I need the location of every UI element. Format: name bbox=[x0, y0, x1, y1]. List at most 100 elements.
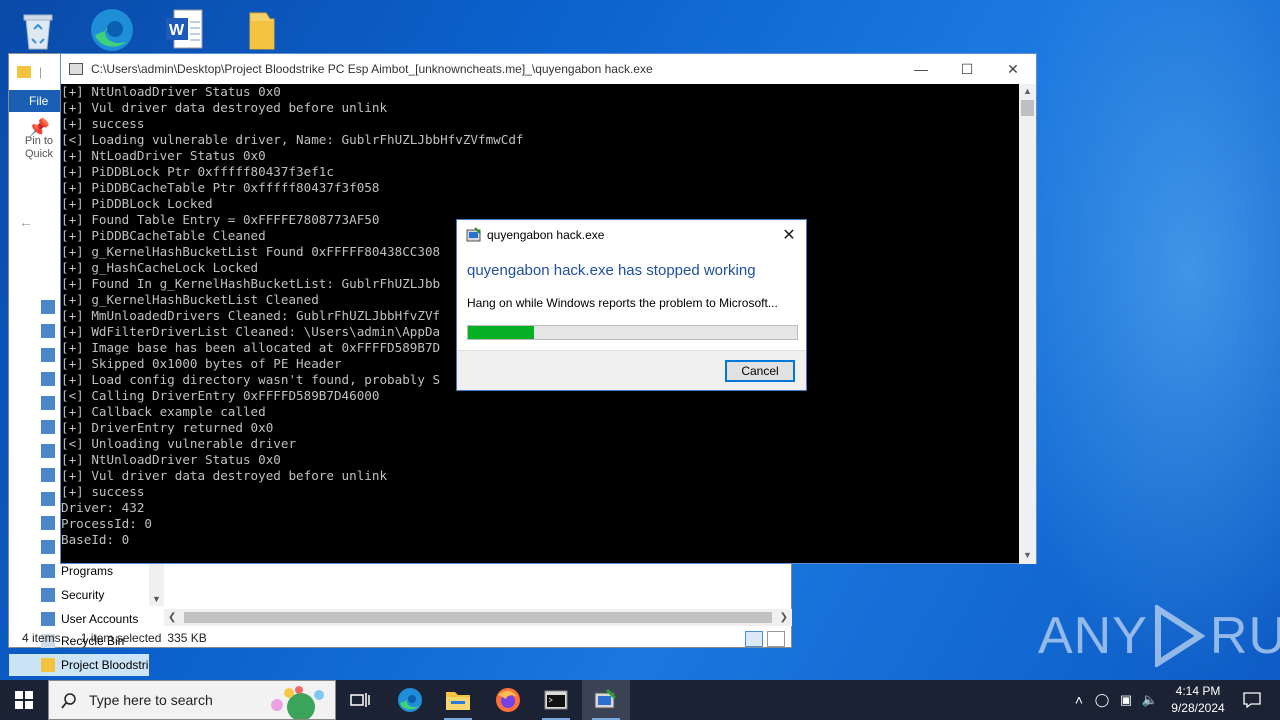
nav-item-label: Programs bbox=[61, 564, 114, 578]
recycle-bin-icon[interactable] bbox=[14, 6, 62, 54]
network-icon[interactable]: ▣ bbox=[1114, 692, 1138, 708]
item-count: 4 items bbox=[22, 631, 61, 645]
nav-item-icon bbox=[41, 420, 55, 434]
console-line: Driver: 432 bbox=[61, 500, 145, 515]
nav-item-icon bbox=[41, 612, 55, 626]
nav-item[interactable]: User Accounts bbox=[41, 608, 157, 630]
close-button[interactable]: ✕ bbox=[990, 54, 1036, 84]
dialog-titlebar[interactable]: quyengabon hack.exe ✕ bbox=[457, 220, 806, 250]
nav-item-icon bbox=[41, 564, 55, 578]
scroll-up-arrow-icon[interactable]: ▲ bbox=[1019, 86, 1036, 100]
start-button[interactable] bbox=[0, 680, 48, 720]
show-hidden-icons-chevron-icon[interactable]: ˄ bbox=[1068, 692, 1090, 708]
app-icon bbox=[466, 227, 482, 246]
meet-now-icon[interactable]: ◯ bbox=[1090, 692, 1114, 708]
console-line: ProcessId: 0 bbox=[61, 516, 152, 531]
taskbar-edge-button[interactable] bbox=[386, 680, 434, 720]
nav-item-icon bbox=[41, 516, 55, 530]
console-line: [+] Vul driver data destroyed before unl… bbox=[61, 468, 388, 483]
selection-size: 335 KB bbox=[167, 631, 207, 645]
console-line: [+] success bbox=[61, 484, 145, 499]
error-reporting-icon bbox=[594, 688, 617, 709]
scroll-thumb[interactable] bbox=[1021, 100, 1034, 116]
task-view-icon bbox=[350, 693, 370, 707]
nav-item-icon bbox=[41, 444, 55, 458]
folder-icon bbox=[41, 658, 55, 672]
firefox-icon bbox=[496, 688, 520, 712]
back-arrow-icon[interactable]: ← bbox=[19, 214, 33, 230]
console-line: [+] Vul driver data destroyed before unl… bbox=[61, 100, 388, 115]
clock-date: 9/28/2024 bbox=[1171, 701, 1225, 715]
search-highlight-illustration-icon bbox=[271, 686, 324, 719]
taskbar-console-button[interactable] bbox=[532, 680, 580, 720]
notification-icon bbox=[1243, 692, 1261, 708]
separator: | bbox=[39, 65, 43, 79]
nav-item-icon bbox=[41, 540, 55, 554]
nav-item-icon bbox=[41, 396, 55, 410]
folder-icon[interactable] bbox=[236, 6, 284, 54]
volume-icon[interactable]: 🔈 bbox=[1138, 692, 1162, 708]
nav-item[interactable]: Security bbox=[41, 584, 157, 606]
scroll-thumb[interactable] bbox=[184, 612, 772, 623]
word-document-icon[interactable]: W bbox=[160, 6, 208, 54]
nav-item-icon bbox=[41, 324, 55, 338]
console-line: BaseId: 0 bbox=[61, 532, 130, 547]
anyrun-watermark: ANY RUN bbox=[1038, 605, 1280, 667]
windows-logo-icon bbox=[15, 691, 33, 709]
nav-item-icon bbox=[41, 348, 55, 362]
scroll-left-arrow-icon[interactable]: ❮ bbox=[168, 612, 176, 623]
scroll-down-arrow-icon[interactable]: ▼ bbox=[1019, 550, 1036, 564]
taskbar-error-reporting-button[interactable] bbox=[582, 680, 630, 720]
console-app-icon bbox=[69, 63, 83, 75]
taskbar-explorer-button[interactable] bbox=[434, 680, 482, 720]
folder-icon bbox=[17, 66, 31, 78]
error-dialog[interactable]: quyengabon hack.exe ✕ quyengabon hack.ex… bbox=[456, 219, 807, 391]
nav-item-icon bbox=[41, 492, 55, 506]
edge-icon[interactable] bbox=[88, 6, 136, 54]
cancel-button[interactable]: Cancel bbox=[725, 360, 795, 382]
status-bar: 4 items 1 item selected 335 KB bbox=[9, 629, 791, 647]
progress-fill bbox=[468, 326, 534, 339]
dialog-title: quyengabon hack.exe bbox=[487, 228, 605, 242]
clock-time: 4:14 PM bbox=[1175, 684, 1221, 698]
system-tray: ˄ ◯ ▣ 🔈 bbox=[1068, 680, 1162, 720]
minimize-button[interactable]: — bbox=[898, 54, 944, 84]
console-line: [+] NtUnloadDriver Status 0x0 bbox=[61, 452, 281, 467]
nav-item-icon bbox=[41, 588, 55, 602]
console-line: [+] NtLoadDriver Status 0x0 bbox=[61, 148, 266, 163]
report-progress-bar bbox=[467, 325, 798, 340]
console-line: [+] PiDDBLock Locked bbox=[61, 196, 213, 211]
scroll-right-arrow-icon[interactable]: ❯ bbox=[780, 612, 788, 623]
nav-item[interactable]: Project Bloodstri bbox=[9, 654, 149, 676]
console-line: [+] NtUnloadDriver Status 0x0 bbox=[61, 84, 281, 99]
edge-icon bbox=[398, 688, 422, 712]
console-line: [+] Callback example called bbox=[61, 404, 266, 419]
task-view-button[interactable] bbox=[336, 680, 384, 720]
console-titlebar[interactable]: C:\Users\admin\Desktop\Project Bloodstri… bbox=[61, 54, 1036, 84]
taskbar-search-box[interactable]: Type here to search bbox=[48, 680, 336, 720]
large-icons-view-button[interactable] bbox=[767, 631, 785, 647]
taskbar: Type here to search ˄ ◯ ▣ 🔈 4:14 PM 9/28… bbox=[0, 680, 1280, 720]
nav-item-icon bbox=[41, 300, 55, 314]
maximize-button[interactable]: ☐ bbox=[944, 54, 990, 84]
dialog-message: Hang on while Windows reports the proble… bbox=[467, 296, 778, 310]
horizontal-scrollbar[interactable]: ❮ ❯ bbox=[164, 609, 792, 626]
console-scrollbar[interactable]: ▲ ▼ bbox=[1019, 84, 1036, 564]
console-line: [+] success bbox=[61, 116, 145, 131]
taskbar-clock[interactable]: 4:14 PM 9/28/2024 bbox=[1160, 683, 1236, 717]
nav-item-icon bbox=[41, 468, 55, 482]
taskbar-firefox-button[interactable] bbox=[484, 680, 532, 720]
dialog-heading: quyengabon hack.exe has stopped working bbox=[467, 262, 756, 279]
console-line: [+] PiDDBLock Ptr 0xfffff80437f3ef1c bbox=[61, 164, 334, 179]
nav-item-icon bbox=[41, 372, 55, 386]
notification-center-button[interactable] bbox=[1232, 680, 1272, 720]
details-view-button[interactable] bbox=[745, 631, 763, 647]
search-icon bbox=[61, 693, 76, 709]
dialog-close-button[interactable]: ✕ bbox=[778, 224, 800, 246]
dialog-footer: Cancel bbox=[457, 350, 806, 390]
console-line: [<] Loading vulnerable driver, Name: Gub… bbox=[61, 132, 524, 147]
search-placeholder: Type here to search bbox=[89, 692, 213, 708]
nav-item-label: User Accounts bbox=[61, 612, 139, 626]
scroll-down-arrow-icon[interactable]: ▼ bbox=[152, 594, 161, 604]
console-line: [+] PiDDBCacheTable Ptr 0xfffff80437f3f0… bbox=[61, 180, 380, 195]
